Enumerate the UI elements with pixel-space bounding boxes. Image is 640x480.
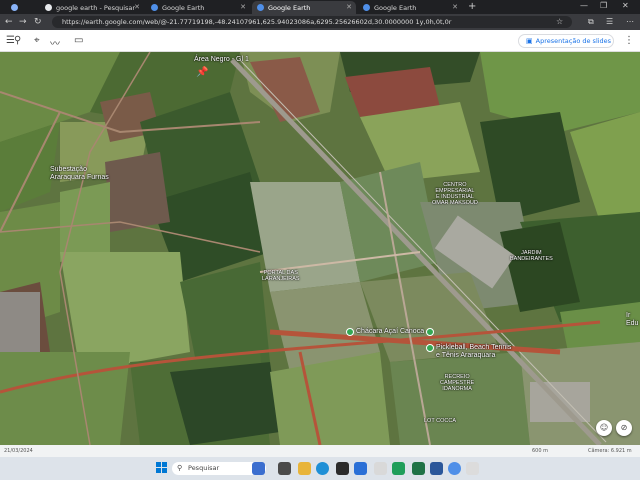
tab-actions-button[interactable] [6, 1, 20, 14]
store-icon[interactable] [354, 462, 367, 475]
satellite-imagery [0, 52, 640, 445]
menu-icon[interactable]: ⋯ [626, 17, 634, 26]
imagery-date: 21/03/2024 [4, 448, 33, 454]
tab-label: Google Earth [268, 3, 311, 12]
person-icon: ☺ [599, 423, 609, 432]
windows-logo-icon [162, 468, 167, 473]
pegman-button[interactable]: ☺ [596, 420, 612, 436]
windows-logo-icon [156, 462, 161, 467]
tab-label: Google Earth [162, 3, 205, 12]
earth-toolbar: ☰ ⚲ ⌖ 〰 ▭ ▣ Apresentação de slides ⋮ [0, 30, 640, 52]
windows-logo-icon [156, 468, 161, 473]
app-icon[interactable] [374, 462, 387, 475]
label-chacara[interactable]: Chácara Açaí Canoca [356, 328, 424, 336]
tab-label: google earth - Pesquisar [56, 3, 136, 12]
word-icon[interactable] [430, 462, 443, 475]
file-explorer-icon[interactable] [298, 462, 311, 475]
place-marker-icon[interactable]: ⌖ [34, 35, 40, 46]
close-window-icon[interactable]: ✕ [622, 1, 629, 10]
chacara-pin-icon[interactable] [346, 328, 354, 336]
minimize-icon[interactable]: — [580, 1, 588, 10]
compass-button[interactable]: ⊘ [616, 420, 632, 436]
yellow-pushpin-icon: 📌 [196, 67, 209, 78]
url-text: https://earth.google.com/web/@-21.777191… [62, 18, 452, 26]
start-button[interactable] [156, 462, 168, 474]
presentation-button[interactable]: ▣ Apresentação de slides [518, 34, 614, 48]
star-icon[interactable]: ☆ [556, 17, 563, 26]
label-recreio-campestre[interactable]: RECREIO CAMPESTRE IDANORMA [440, 374, 474, 392]
refresh-icon[interactable]: ↻ [34, 17, 42, 27]
tab-label: Google Earth [374, 3, 417, 12]
label-area-negro[interactable]: Área Negro - Gl 1 [194, 56, 249, 64]
label-jardim-bandeirantes[interactable]: JARDIM BANDEIRANTES [510, 250, 553, 262]
edge-browser-icon[interactable] [316, 462, 329, 475]
excel-icon[interactable] [412, 462, 425, 475]
favorites-icon[interactable]: ☰ [606, 17, 613, 26]
whatsapp-icon[interactable] [392, 462, 405, 475]
app-icon[interactable] [466, 462, 479, 475]
measure-icon[interactable]: ▭ [74, 35, 83, 46]
tab-google-earth-3[interactable]: Google Earth ✕ [358, 1, 462, 14]
label-subestacao[interactable]: Subestação Araraquara Furnas [50, 166, 109, 182]
forward-icon[interactable]: → [19, 17, 27, 27]
label-portal-laranjeiras[interactable]: PORTAL DAS LARANJEIRAS [262, 270, 300, 282]
close-tab-icon[interactable]: ✕ [346, 3, 352, 11]
slideshow-icon: ▣ [526, 37, 533, 45]
new-tab-button[interactable]: + [468, 1, 476, 12]
label-pickleball[interactable]: Pickleball, Beach Tennis e Tênis Araraqu… [436, 344, 511, 360]
taskbar-search-placeholder: Pesquisar [188, 464, 220, 472]
camera-altitude: Câmera: 6.921 m [588, 448, 632, 454]
address-bar-row: ← → ↻ https://earth.google.com/web/@-21.… [0, 14, 640, 30]
presentation-label: Apresentação de slides [535, 37, 612, 45]
browser-tab-bar: google earth - Pesquisar ✕ Google Earth … [0, 0, 640, 14]
label-centro-empresarial[interactable]: CENTRO EMPRESARIAL E INDUSTRIAL OMAR MAK… [432, 182, 478, 206]
satellite-map[interactable]: 📌 Área Negro - Gl 1 Subestação Araraquar… [0, 52, 640, 445]
area-negro-marker[interactable]: 📌 [196, 67, 209, 80]
path-icon[interactable]: 〰 [50, 35, 60, 50]
tab-google-earth-2[interactable]: Google Earth ✕ [252, 1, 356, 14]
map-status-bar: 21/03/2024 600 m Câmera: 6.921 m [0, 445, 640, 457]
earth-favicon-icon [363, 4, 370, 11]
search-icon: ⚲ [177, 464, 183, 472]
google-favicon-icon [45, 4, 52, 11]
scale-label: 600 m [532, 448, 549, 454]
dell-icon[interactable] [336, 462, 349, 475]
maximize-icon[interactable]: ❐ [600, 1, 607, 10]
tab-google-earth-1[interactable]: Google Earth ✕ [146, 1, 250, 14]
task-view-icon[interactable] [278, 462, 291, 475]
search-icon[interactable]: ⚲ [14, 35, 21, 46]
close-tab-icon[interactable]: ✕ [240, 3, 246, 11]
close-tab-icon[interactable]: ✕ [452, 3, 458, 11]
tennis-pin-icon[interactable] [426, 344, 434, 352]
earth-favicon-icon [257, 4, 264, 11]
label-lot-cocca[interactable]: LOT COCCA [424, 418, 456, 424]
compass-icon: ⊘ [620, 423, 628, 432]
earth-favicon-icon [151, 4, 158, 11]
tab-google-search[interactable]: google earth - Pesquisar ✕ [40, 1, 144, 14]
back-icon[interactable]: ← [5, 17, 13, 27]
tab-actions-icon [11, 4, 18, 11]
windows-taskbar: ⚲ Pesquisar [0, 457, 640, 480]
extensions-icon[interactable]: ⧉ [588, 17, 594, 27]
chrome-icon[interactable] [448, 462, 461, 475]
close-tab-icon[interactable]: ✕ [134, 3, 140, 11]
windows-logo-icon [162, 462, 167, 467]
url-field[interactable]: https://earth.google.com/web/@-21.777191… [52, 16, 572, 28]
pickleball-pin-icon[interactable] [426, 328, 434, 336]
label-edge[interactable]: Ir Edu [626, 312, 638, 328]
more-options-icon[interactable]: ⋮ [624, 35, 634, 46]
copilot-icon[interactable] [252, 462, 265, 475]
